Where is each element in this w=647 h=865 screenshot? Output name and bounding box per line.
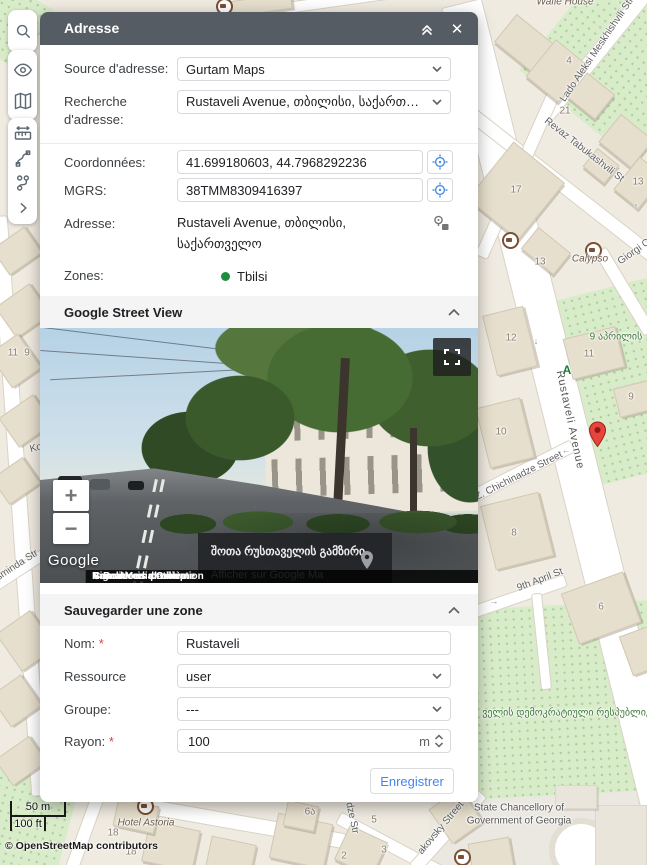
crosshair-icon — [432, 182, 448, 198]
locate-mgrs-button[interactable] — [427, 178, 453, 202]
app-window: 50 m 100 ft © OpenStreetMap contributors… — [0, 0, 647, 865]
address-source-select[interactable]: Gurtam Maps — [177, 57, 451, 81]
coordinates-label: Coordonnées: — [64, 155, 146, 170]
map-attribution[interactable]: © OpenStreetMap contributors — [5, 840, 158, 852]
map-scale-imperial: 100 ft — [10, 817, 46, 831]
group-label: Groupe: — [64, 702, 111, 717]
sv-attribution-link[interactable]: Signaler un problème — [85, 570, 202, 583]
map-label: 18 — [107, 827, 119, 839]
name-label: Nom: * — [64, 636, 104, 651]
sv-zoom-out-button[interactable]: − — [53, 513, 89, 544]
chevron-right-icon[interactable] — [12, 197, 34, 219]
resource-select[interactable]: user — [177, 664, 451, 688]
resource-value: user — [186, 668, 212, 684]
map-building — [555, 785, 597, 809]
map-poi-icon — [584, 241, 602, 259]
coordinates-input[interactable] — [177, 150, 423, 174]
street-view-section-title: Google Street View — [64, 304, 183, 320]
mgrs-label: MGRS: — [64, 183, 107, 198]
fullscreen-icon[interactable] — [433, 338, 471, 376]
map-building — [205, 835, 257, 865]
stepper-icon[interactable] — [434, 734, 444, 748]
eye-icon[interactable] — [12, 59, 34, 81]
radius-label: Rayon: * — [64, 734, 114, 749]
divider — [40, 143, 478, 144]
sv-pin-icon — [361, 551, 373, 569]
map-poi-icon — [453, 848, 471, 865]
map-marker-icon[interactable] — [588, 421, 607, 453]
panel-header: Adresse ✕ — [40, 12, 478, 45]
save-zone-section-header[interactable]: Sauvegarder une zone — [40, 594, 478, 626]
address-search-select[interactable]: Rustaveli Avenue, თბილისი, საქართველო — [177, 90, 451, 114]
search-icon[interactable] — [12, 20, 34, 42]
chevron-down-icon — [432, 99, 442, 105]
panel-title: Adresse — [64, 20, 120, 36]
address-search-value: Rustaveli Avenue, თბილისი, საქართველო — [186, 94, 424, 109]
zone-name[interactable]: Tbilsi — [237, 266, 267, 287]
group-select[interactable]: --- — [177, 697, 451, 721]
save-button[interactable]: Enregistrer — [370, 768, 454, 794]
close-icon[interactable]: ✕ — [446, 18, 468, 40]
search-label: Recherche d'adresse: — [64, 94, 127, 127]
sidebar-group-tools — [8, 118, 37, 224]
sv-location-title: შოთა რუსთაველის გამზირი — [211, 546, 365, 558]
zone-name-input[interactable] — [177, 631, 451, 655]
map-layers-icon[interactable] — [12, 90, 34, 112]
map-building — [595, 805, 647, 865]
street-view-viewport[interactable]: + − Google შოთა რუსთაველის გამზირი Affic… — [40, 328, 478, 583]
map-label: 5 — [371, 814, 377, 826]
map-poi-icon — [501, 231, 519, 249]
radius-field: m — [177, 729, 451, 753]
group-value: --- — [186, 701, 199, 717]
radius-input[interactable] — [186, 732, 420, 750]
chevron-down-icon — [432, 66, 442, 72]
google-logo: Google — [48, 552, 100, 569]
radius-unit: m — [419, 733, 430, 749]
zones-label: Zones: — [64, 268, 104, 283]
sv-car — [128, 481, 144, 490]
locate-coordinates-button[interactable] — [427, 150, 453, 174]
collapse-icon[interactable] — [416, 18, 438, 40]
resource-label: Ressource — [64, 669, 127, 684]
copy-address-icon[interactable] — [432, 214, 450, 237]
route-icon[interactable] — [12, 148, 34, 170]
required-mark: * — [98, 636, 104, 651]
address-label: Adresse: — [64, 216, 116, 231]
map-building — [0, 333, 42, 389]
crosshair-icon — [432, 154, 448, 170]
sidebar-group-search — [8, 10, 37, 52]
required-mark: * — [108, 734, 114, 749]
map-building — [475, 397, 535, 469]
street-view-section-header[interactable]: Google Street View — [40, 296, 478, 328]
source-label: Source d'adresse: — [64, 61, 169, 76]
chevron-down-icon — [432, 706, 442, 712]
address-panel: Adresse ✕ Source d'adresse: Gurtam Maps … — [40, 12, 478, 802]
mgrs-input[interactable] — [177, 178, 423, 202]
sv-car — [90, 479, 110, 490]
map-building — [479, 491, 555, 571]
zone-dot-icon — [221, 272, 230, 281]
map-scale-metric: 50 m — [10, 801, 66, 817]
address-value: Rustaveli Avenue, თბილისი, საქართველო — [177, 215, 347, 251]
sv-attribution-bar: Raccourcis clavier © Box Media Group Condi… — [85, 570, 478, 583]
chevron-up-icon[interactable] — [448, 606, 460, 614]
ruler-icon[interactable] — [12, 123, 34, 145]
sidebar-group-view — [8, 50, 37, 120]
chevron-down-icon — [432, 673, 442, 679]
chevron-up-icon[interactable] — [448, 308, 460, 316]
address-source-value: Gurtam Maps — [186, 61, 265, 77]
sv-zoom-in-button[interactable]: + — [53, 480, 89, 511]
sv-tree-trunk — [410, 428, 417, 518]
save-zone-section-title: Sauvegarder une zone — [64, 602, 203, 618]
nodes-icon[interactable] — [12, 172, 34, 194]
